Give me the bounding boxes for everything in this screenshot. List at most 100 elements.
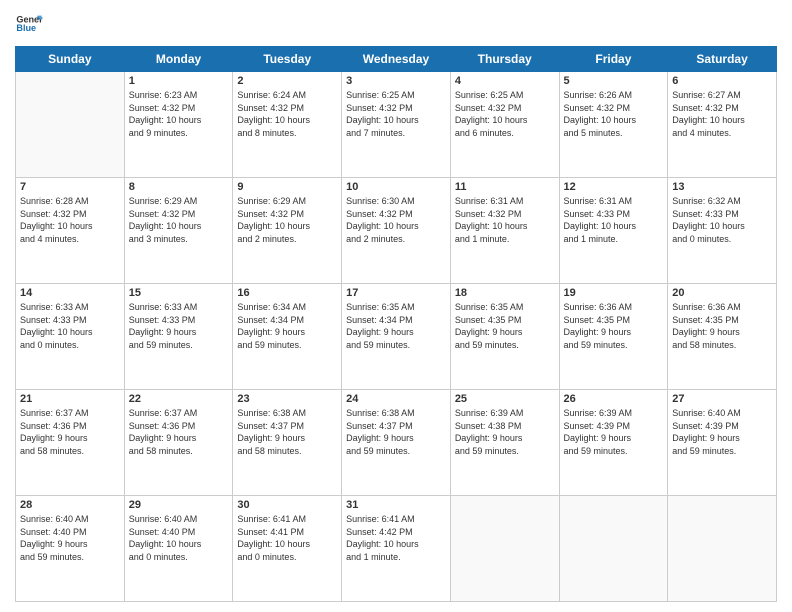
- calendar-cell: 8Sunrise: 6:29 AMSunset: 4:32 PMDaylight…: [124, 178, 233, 284]
- page: General Blue SundayMondayTuesdayWednesda…: [0, 0, 792, 612]
- day-info: Sunrise: 6:23 AMSunset: 4:32 PMDaylight:…: [129, 89, 229, 139]
- day-info: Sunrise: 6:36 AMSunset: 4:35 PMDaylight:…: [564, 301, 664, 351]
- day-number: 11: [455, 181, 555, 193]
- week-row: 21 Sunrise: 6:37 AMSunset: 4:36 PMDayligh…: [16, 390, 777, 496]
- day-number: 24: [346, 393, 446, 405]
- day-number: 6: [672, 75, 772, 87]
- calendar-cell: 7Sunrise: 6:28 AMSunset: 4:32 PMDaylight…: [16, 178, 125, 284]
- day-info: Sunrise: 6:27 AMSunset: 4:32 PMDaylight:…: [672, 89, 772, 139]
- calendar-cell: 14 Sunrise: 6:33 AMSunset: 4:33 PMDayligh…: [16, 284, 125, 390]
- calendar-cell: [450, 496, 559, 602]
- calendar-cell: 20 Sunrise: 6:36 AMSunset: 4:35 PMDayligh…: [668, 284, 777, 390]
- calendar-cell: 29 Sunrise: 6:40 AMSunset: 4:40 PMDayligh…: [124, 496, 233, 602]
- day-number: 10: [346, 181, 446, 193]
- day-info: Sunrise: 6:40 AMSunset: 4:40 PMDaylight:…: [20, 513, 120, 563]
- calendar-cell: 26 Sunrise: 6:39 AMSunset: 4:39 PMDayligh…: [559, 390, 668, 496]
- calendar-cell: 11 Sunrise: 6:31 AMSunset: 4:32 PMDayligh…: [450, 178, 559, 284]
- calendar-cell: 15 Sunrise: 6:33 AMSunset: 4:33 PMDayligh…: [124, 284, 233, 390]
- day-number: 25: [455, 393, 555, 405]
- day-info: Sunrise: 6:35 AMSunset: 4:34 PMDaylight:…: [346, 301, 446, 351]
- day-info: Sunrise: 6:39 AMSunset: 4:38 PMDaylight:…: [455, 407, 555, 457]
- day-number: 30: [237, 499, 337, 511]
- calendar-cell: 3 Sunrise: 6:25 AMSunset: 4:32 PMDaylight…: [342, 72, 451, 178]
- calendar-cell: 27 Sunrise: 6:40 AMSunset: 4:39 PMDayligh…: [668, 390, 777, 496]
- day-info: Sunrise: 6:29 AMSunset: 4:32 PMDaylight:…: [129, 195, 229, 245]
- day-number: 9: [237, 181, 337, 193]
- day-info: Sunrise: 6:25 AMSunset: 4:32 PMDaylight:…: [346, 89, 446, 139]
- logo: General Blue: [15, 10, 43, 38]
- day-info: Sunrise: 6:24 AMSunset: 4:32 PMDaylight:…: [237, 89, 337, 139]
- day-info: Sunrise: 6:26 AMSunset: 4:32 PMDaylight:…: [564, 89, 664, 139]
- day-info: Sunrise: 6:35 AMSunset: 4:35 PMDaylight:…: [455, 301, 555, 351]
- calendar-cell: [559, 496, 668, 602]
- logo-icon: General Blue: [15, 10, 43, 38]
- header: General Blue: [15, 10, 777, 38]
- day-number: 2: [237, 75, 337, 87]
- svg-text:Blue: Blue: [16, 23, 36, 33]
- day-number: 19: [564, 287, 664, 299]
- day-number: 28: [20, 499, 120, 511]
- day-info: Sunrise: 6:34 AMSunset: 4:34 PMDaylight:…: [237, 301, 337, 351]
- day-number: 18: [455, 287, 555, 299]
- calendar-cell: 23Sunrise: 6:38 AMSunset: 4:37 PMDayligh…: [233, 390, 342, 496]
- calendar-cell: 28 Sunrise: 6:40 AMSunset: 4:40 PMDayligh…: [16, 496, 125, 602]
- week-row: 28 Sunrise: 6:40 AMSunset: 4:40 PMDayligh…: [16, 496, 777, 602]
- day-number: 12: [564, 181, 664, 193]
- calendar-cell: [16, 72, 125, 178]
- col-header-thursday: Thursday: [450, 47, 559, 72]
- calendar-cell: 1 Sunrise: 6:23 AMSunset: 4:32 PMDaylight…: [124, 72, 233, 178]
- day-number: 15: [129, 287, 229, 299]
- col-header-wednesday: Wednesday: [342, 47, 451, 72]
- calendar-cell: 19 Sunrise: 6:36 AMSunset: 4:35 PMDayligh…: [559, 284, 668, 390]
- calendar-cell: 16Sunrise: 6:34 AMSunset: 4:34 PMDayligh…: [233, 284, 342, 390]
- day-number: 22: [129, 393, 229, 405]
- col-header-monday: Monday: [124, 47, 233, 72]
- col-header-tuesday: Tuesday: [233, 47, 342, 72]
- day-info: Sunrise: 6:41 AMSunset: 4:41 PMDaylight:…: [237, 513, 337, 563]
- calendar-cell: [668, 496, 777, 602]
- day-info: Sunrise: 6:29 AMSunset: 4:32 PMDaylight:…: [237, 195, 337, 245]
- week-row: 1 Sunrise: 6:23 AMSunset: 4:32 PMDaylight…: [16, 72, 777, 178]
- day-number: 27: [672, 393, 772, 405]
- day-info: Sunrise: 6:36 AMSunset: 4:35 PMDaylight:…: [672, 301, 772, 351]
- day-info: Sunrise: 6:40 AMSunset: 4:40 PMDaylight:…: [129, 513, 229, 563]
- day-info: Sunrise: 6:33 AMSunset: 4:33 PMDaylight:…: [129, 301, 229, 351]
- day-number: 29: [129, 499, 229, 511]
- day-number: 31: [346, 499, 446, 511]
- week-row: 7Sunrise: 6:28 AMSunset: 4:32 PMDaylight…: [16, 178, 777, 284]
- day-number: 5: [564, 75, 664, 87]
- day-info: Sunrise: 6:41 AMSunset: 4:42 PMDaylight:…: [346, 513, 446, 563]
- day-number: 23: [237, 393, 337, 405]
- day-info: Sunrise: 6:30 AMSunset: 4:32 PMDaylight:…: [346, 195, 446, 245]
- day-number: 3: [346, 75, 446, 87]
- col-header-friday: Friday: [559, 47, 668, 72]
- calendar-cell: 13Sunrise: 6:32 AMSunset: 4:33 PMDayligh…: [668, 178, 777, 284]
- day-info: Sunrise: 6:33 AMSunset: 4:33 PMDaylight:…: [20, 301, 120, 351]
- col-header-sunday: Sunday: [16, 47, 125, 72]
- day-info: Sunrise: 6:40 AMSunset: 4:39 PMDaylight:…: [672, 407, 772, 457]
- day-info: Sunrise: 6:37 AMSunset: 4:36 PMDaylight:…: [129, 407, 229, 457]
- header-row: SundayMondayTuesdayWednesdayThursdayFrid…: [16, 47, 777, 72]
- calendar-cell: 18 Sunrise: 6:35 AMSunset: 4:35 PMDayligh…: [450, 284, 559, 390]
- day-info: Sunrise: 6:31 AMSunset: 4:32 PMDaylight:…: [455, 195, 555, 245]
- day-number: 20: [672, 287, 772, 299]
- calendar-cell: 21 Sunrise: 6:37 AMSunset: 4:36 PMDayligh…: [16, 390, 125, 496]
- day-info: Sunrise: 6:25 AMSunset: 4:32 PMDaylight:…: [455, 89, 555, 139]
- day-number: 1: [129, 75, 229, 87]
- calendar-cell: 9 Sunrise: 6:29 AMSunset: 4:32 PMDaylight…: [233, 178, 342, 284]
- day-info: Sunrise: 6:37 AMSunset: 4:36 PMDaylight:…: [20, 407, 120, 457]
- week-row: 14 Sunrise: 6:33 AMSunset: 4:33 PMDayligh…: [16, 284, 777, 390]
- calendar-cell: 5 Sunrise: 6:26 AMSunset: 4:32 PMDaylight…: [559, 72, 668, 178]
- day-number: 14: [20, 287, 120, 299]
- calendar-cell: 30 Sunrise: 6:41 AMSunset: 4:41 PMDayligh…: [233, 496, 342, 602]
- calendar-cell: 31 Sunrise: 6:41 AMSunset: 4:42 PMDayligh…: [342, 496, 451, 602]
- calendar-cell: 24 Sunrise: 6:38 AMSunset: 4:37 PMDayligh…: [342, 390, 451, 496]
- day-info: Sunrise: 6:39 AMSunset: 4:39 PMDaylight:…: [564, 407, 664, 457]
- calendar-cell: 2 Sunrise: 6:24 AMSunset: 4:32 PMDaylight…: [233, 72, 342, 178]
- day-info: Sunrise: 6:32 AMSunset: 4:33 PMDaylight:…: [672, 195, 772, 245]
- calendar-cell: 25 Sunrise: 6:39 AMSunset: 4:38 PMDayligh…: [450, 390, 559, 496]
- day-info: Sunrise: 6:38 AMSunset: 4:37 PMDaylight:…: [346, 407, 446, 457]
- day-number: 21: [20, 393, 120, 405]
- day-number: 4: [455, 75, 555, 87]
- day-number: 26: [564, 393, 664, 405]
